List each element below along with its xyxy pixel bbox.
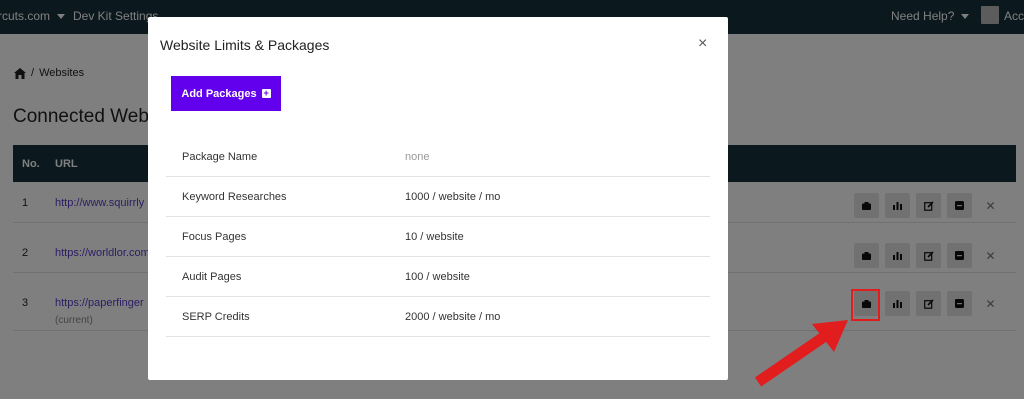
limit-value: none	[405, 151, 430, 163]
limit-label: Focus Pages	[182, 231, 247, 243]
limits-table: Package Name none Keyword Researches 100…	[166, 137, 710, 337]
close-icon[interactable]: ×	[698, 35, 707, 53]
limit-label: Keyword Researches	[182, 191, 287, 203]
limit-row: Focus Pages 10 / website	[166, 217, 710, 257]
limit-row: SERP Credits 2000 / website / mo	[166, 297, 710, 337]
limit-label: SERP Credits	[182, 311, 250, 323]
limit-label: Audit Pages	[182, 271, 242, 283]
limit-row: Keyword Researches 1000 / website / mo	[166, 177, 710, 217]
limit-value: 10 / website	[405, 231, 464, 243]
modal-title: Website Limits & Packages	[160, 37, 330, 53]
plus-square-icon: +	[261, 88, 271, 98]
limit-value: 100 / website	[405, 271, 470, 283]
annotation-arrow-icon	[754, 320, 848, 387]
limit-value: 2000 / website / mo	[405, 311, 501, 323]
limit-value: 1000 / website / mo	[405, 191, 501, 203]
limit-row: Audit Pages 100 / website	[166, 257, 710, 297]
limit-label: Package Name	[182, 151, 258, 163]
website-limits-modal: Website Limits & Packages × Add Packages…	[148, 17, 728, 380]
add-packages-label: Add Packages	[181, 87, 257, 100]
limit-row: Package Name none	[166, 137, 710, 177]
add-packages-button[interactable]: Add Packages +	[171, 76, 281, 111]
